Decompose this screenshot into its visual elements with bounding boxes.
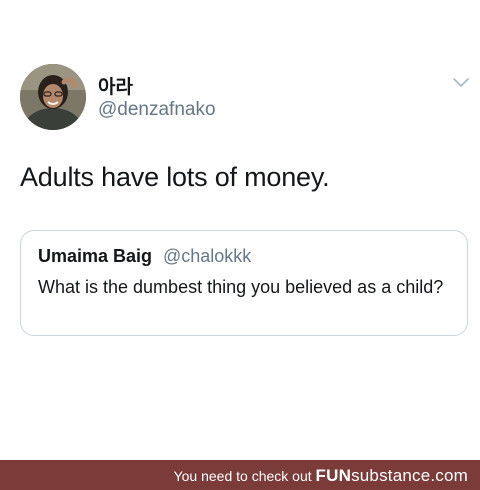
quoted-tweet[interactable]: Umaima Baig @chalokkk What is the dumbes… <box>20 230 468 336</box>
quoted-tweet-text: What is the dumbest thing you believed a… <box>38 277 444 297</box>
watermark-brand-substance: substance <box>351 466 431 485</box>
watermark-prefix: You need to check out <box>173 468 312 484</box>
avatar-photo <box>20 64 86 130</box>
tweet-card: 아라 @denzafnako Adults have lots of money… <box>0 0 480 460</box>
quoted-tweet-handle: @chalokkk <box>163 246 252 266</box>
watermark-brand: FUNsubstance.com <box>316 466 468 485</box>
watermark-bar: You need to check out FUNsubstance.com <box>0 460 480 490</box>
quoted-tweet-name: Umaima Baig <box>38 246 153 266</box>
avatar[interactable] <box>20 64 86 130</box>
display-name[interactable]: 아라 <box>98 72 133 99</box>
user-handle[interactable]: @denzafnako <box>98 99 216 121</box>
tweet-text: Adults have lots of money. <box>20 162 330 192</box>
watermark-text: You need to check out FUNsubstance.com <box>174 466 468 486</box>
watermark-brand-tld: .com <box>430 466 468 485</box>
watermark-brand-fun: FUN <box>315 466 352 485</box>
chevron-down-icon[interactable] <box>452 76 470 90</box>
